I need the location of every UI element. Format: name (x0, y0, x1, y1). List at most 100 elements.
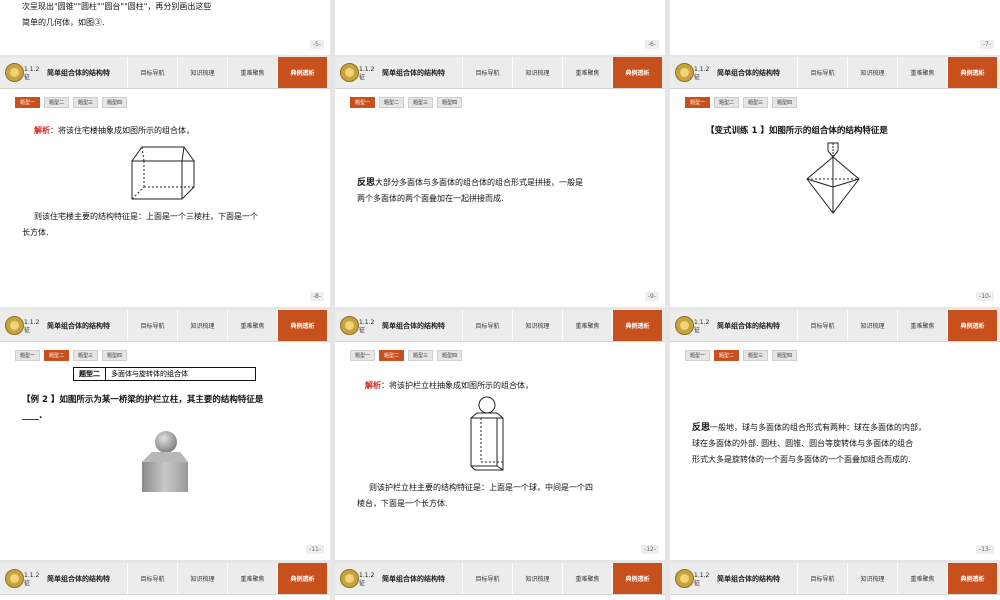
subtab-type-4[interactable]: 题型四 (437, 350, 463, 361)
tab-goal-nav[interactable]: 目标导航 (797, 310, 847, 341)
subtab-type-3[interactable]: 题型三 (743, 350, 769, 361)
tab-examples[interactable]: 典例透析 (277, 310, 327, 341)
page-number: -5- (309, 40, 324, 49)
tab-examples[interactable]: 典例透析 (277, 57, 327, 88)
tab-key-points[interactable]: 重难聚焦 (227, 310, 277, 341)
subtab-type-3[interactable]: 题型三 (408, 350, 434, 361)
slide-6: -6- (335, 0, 665, 55)
slide-12-text-2: 则该护栏立柱主要的结构特征是：上面是一个球，中间是一个四 棱台，下面是一个长方体… (357, 480, 657, 512)
slide-header: 1.1.2 征 简单组合体的结构特 目标导航 知识梳理 重难聚焦 典例透析 (0, 563, 330, 595)
tab-knowledge[interactable]: 知识梳理 (847, 310, 897, 341)
slide-12[interactable]: 1.1.2 征 简单组合体的结构特 目标导航 知识梳理 重难聚焦 典例透析 题型一… (335, 310, 665, 560)
tab-goal-nav[interactable]: 目标导航 (462, 57, 512, 88)
slide-14: 1.1.2 征 简单组合体的结构特 目标导航 知识梳理 重难聚焦 典例透析 (0, 563, 330, 600)
tab-knowledge[interactable]: 知识梳理 (177, 57, 227, 88)
house-figure (131, 146, 195, 200)
section-number: 1.1.2 征 (694, 572, 710, 587)
tab-key-points[interactable]: 重难聚焦 (562, 57, 612, 88)
slide-header: 1.1.2 征 简单组合体的结构特 目标导航 知识梳理 重难聚焦 典例透析 (335, 310, 665, 342)
slide-title: 简单组合体的结构特 (382, 69, 445, 77)
subtab-type-2[interactable]: 题型二 (379, 97, 405, 108)
nav-tabs: 目标导航 知识梳理 重难聚焦 典例透析 (462, 57, 662, 88)
subtab-bar: 题型一 题型二 题型三 题型四 (15, 350, 131, 361)
slide-8[interactable]: 1.1.2 征 简单组合体的结构特 目标导航 知识梳理 重难聚焦 典例透析 题型一… (0, 57, 330, 307)
subtab-type-1[interactable]: 题型一 (15, 97, 41, 108)
text-line: 两个多面体的两个面叠加在一起拼接而成. (357, 194, 504, 203)
slide-15: 1.1.2 征 简单组合体的结构特 目标导航 知识梳理 重难聚焦 典例透析 (335, 563, 665, 600)
slide-header: 1.1.2 征 简单组合体的结构特 目标导航 知识梳理 重难聚焦 典例透析 (335, 563, 665, 595)
tab-knowledge[interactable]: 知识梳理 (177, 563, 227, 594)
slide-9[interactable]: 1.1.2 征 简单组合体的结构特 目标导航 知识梳理 重难聚焦 典例透析 题型一… (335, 57, 665, 307)
logo-icon (5, 63, 24, 82)
tab-key-points[interactable]: 重难聚焦 (562, 310, 612, 341)
slide-title: 简单组合体的结构特 (47, 575, 110, 583)
tab-knowledge[interactable]: 知识梳理 (177, 310, 227, 341)
subtab-type-4[interactable]: 题型四 (437, 97, 463, 108)
subtab-type-4[interactable]: 题型四 (102, 350, 128, 361)
slide-7: -7- (670, 0, 1000, 55)
subtab-type-2[interactable]: 题型二 (379, 350, 405, 361)
logo-icon (5, 316, 24, 335)
tab-knowledge[interactable]: 知识梳理 (847, 57, 897, 88)
slide-13[interactable]: 1.1.2 征 简单组合体的结构特 目标导航 知识梳理 重难聚焦 典例透析 题型一… (670, 310, 1000, 560)
tab-examples[interactable]: 典例透析 (947, 310, 997, 341)
subtab-type-2[interactable]: 题型二 (44, 97, 70, 108)
subtab-type-3[interactable]: 题型三 (73, 350, 99, 361)
combined-solid-figure (806, 142, 860, 214)
tab-key-points[interactable]: 重难聚焦 (897, 563, 947, 594)
section-number: 1.1.2 征 (694, 319, 710, 334)
subtab-type-1[interactable]: 题型一 (350, 97, 376, 108)
subtab-type-2[interactable]: 题型二 (44, 350, 70, 361)
tab-examples[interactable]: 典例透析 (612, 310, 662, 341)
subtab-type-3[interactable]: 题型三 (743, 97, 769, 108)
slide-11[interactable]: 1.1.2 征 简单组合体的结构特 目标导航 知识梳理 重难聚焦 典例透析 题型一… (0, 310, 330, 560)
section-number: 1.1.2 征 (359, 572, 375, 587)
tab-examples[interactable]: 典例透析 (612, 563, 662, 594)
exercise-heading: 【变式训练 1 】如图所示的组合体的结构特征是 (706, 126, 888, 136)
slide-12-text-1: 解析：将该护栏立柱抽象成如图所示的组合体， (365, 378, 655, 394)
slide-16: 1.1.2 征 简单组合体的结构特 目标导航 知识梳理 重难聚焦 典例透析 (670, 563, 1000, 600)
example-2-text: 【例 2 】如图所示为某一桥梁的护栏立柱，其主要的结构特征是 ____. (22, 392, 322, 424)
slide-10[interactable]: 1.1.2 征 简单组合体的结构特 目标导航 知识梳理 重难聚焦 典例透析 题型一… (670, 57, 1000, 307)
subtab-type-2[interactable]: 题型二 (714, 97, 740, 108)
slide-header: 1.1.2 征 简单组合体的结构特 目标导航 知识梳理 重难聚焦 典例透析 (670, 57, 1000, 89)
subtab-type-3[interactable]: 题型三 (408, 97, 434, 108)
tab-key-points[interactable]: 重难聚焦 (897, 57, 947, 88)
subtab-type-1[interactable]: 题型一 (15, 350, 41, 361)
subtab-type-4[interactable]: 题型四 (772, 350, 798, 361)
tab-goal-nav[interactable]: 目标导航 (127, 563, 177, 594)
subtab-type-1[interactable]: 题型一 (685, 350, 711, 361)
tab-key-points[interactable]: 重难聚焦 (227, 563, 277, 594)
logo-icon (5, 569, 24, 588)
subtab-bar: 题型一 题型二 题型三 题型四 (350, 97, 466, 108)
tab-key-points[interactable]: 重难聚焦 (227, 57, 277, 88)
subtab-type-4[interactable]: 题型四 (102, 97, 128, 108)
tab-knowledge[interactable]: 知识梳理 (512, 57, 562, 88)
tab-key-points[interactable]: 重难聚焦 (897, 310, 947, 341)
nav-tabs: 目标导航 知识梳理 重难聚焦 典例透析 (127, 310, 327, 341)
tab-examples[interactable]: 典例透析 (947, 563, 997, 594)
tab-examples[interactable]: 典例透析 (612, 57, 662, 88)
tab-examples[interactable]: 典例透析 (277, 563, 327, 594)
post-model-figure (470, 396, 504, 471)
tab-knowledge[interactable]: 知识梳理 (512, 563, 562, 594)
tab-key-points[interactable]: 重难聚焦 (562, 563, 612, 594)
slide-title: 简单组合体的结构特 (47, 69, 110, 77)
subtab-type-1[interactable]: 题型一 (350, 350, 376, 361)
tab-goal-nav[interactable]: 目标导航 (797, 563, 847, 594)
subtab-type-2[interactable]: 题型二 (714, 350, 740, 361)
tab-knowledge[interactable]: 知识梳理 (847, 563, 897, 594)
subtab-type-4[interactable]: 题型四 (772, 97, 798, 108)
tab-goal-nav[interactable]: 目标导航 (797, 57, 847, 88)
tab-examples[interactable]: 典例透析 (947, 57, 997, 88)
slide-5: 次呈现出"圆锥""圆柱""圆台""圆柱"，再分别画出这些 简单的几何体，如图③.… (0, 0, 330, 55)
subtab-type-1[interactable]: 题型一 (685, 97, 711, 108)
tab-goal-nav[interactable]: 目标导航 (462, 310, 512, 341)
subtab-type-3[interactable]: 题型三 (73, 97, 99, 108)
tab-goal-nav[interactable]: 目标导航 (127, 310, 177, 341)
tab-goal-nav[interactable]: 目标导航 (462, 563, 512, 594)
section-number: 1.1.2 征 (359, 66, 375, 81)
slide-8-text-2: 则该住宅楼主要的结构特征是：上面是一个三棱柱，下面是一个 长方体. (22, 209, 322, 241)
tab-goal-nav[interactable]: 目标导航 (127, 57, 177, 88)
tab-knowledge[interactable]: 知识梳理 (512, 310, 562, 341)
